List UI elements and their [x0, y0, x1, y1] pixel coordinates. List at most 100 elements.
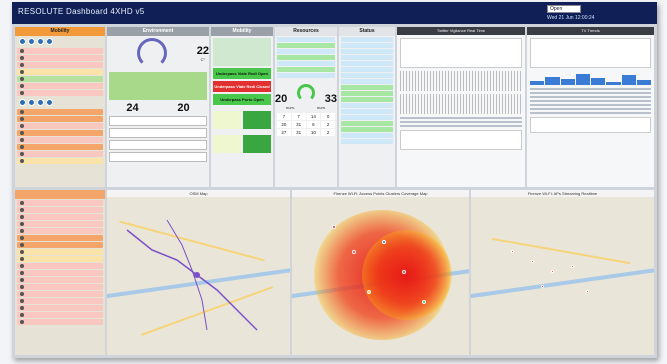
list-item[interactable]: [341, 91, 393, 96]
list-item[interactable]: [341, 121, 393, 126]
list-item[interactable]: [17, 83, 103, 89]
list-item[interactable]: [17, 277, 103, 283]
heatmap-map[interactable]: Firenze Wi-Fi: Access Points Clusters Co…: [292, 190, 469, 355]
ap-marker[interactable]: [382, 240, 386, 244]
list-item[interactable]: [341, 79, 393, 84]
list-item[interactable]: [341, 55, 393, 60]
list-item[interactable]: [277, 55, 335, 60]
ap-marker[interactable]: [367, 290, 371, 294]
city-map[interactable]: OSM Map: [107, 190, 290, 355]
list-item[interactable]: [17, 90, 103, 96]
table-cell: 31: [291, 121, 306, 128]
list-item[interactable]: [341, 109, 393, 114]
list-item[interactable]: [17, 256, 103, 262]
ap-marker[interactable]: [402, 270, 406, 274]
list-item[interactable]: [17, 214, 103, 220]
list-item[interactable]: [341, 103, 393, 108]
fuel-icon[interactable]: [28, 99, 35, 106]
list-item[interactable]: [17, 55, 103, 61]
list-item[interactable]: [17, 76, 103, 82]
list-item[interactable]: [17, 305, 103, 311]
panel-header: TV Trends: [527, 27, 654, 35]
ap-marker[interactable]: [352, 250, 356, 254]
ap-marker[interactable]: [541, 285, 544, 288]
list-item[interactable]: [17, 137, 103, 143]
stat-box: [243, 135, 271, 153]
sensor-graph: [109, 140, 207, 150]
tweet-widget[interactable]: [400, 130, 522, 150]
ap-marker[interactable]: [586, 290, 589, 293]
sensor-graph: [109, 128, 207, 138]
parking-icon[interactable]: [19, 99, 26, 106]
list-item[interactable]: [341, 133, 393, 138]
list-item[interactable]: [17, 109, 103, 115]
list-item[interactable]: [17, 116, 103, 122]
dashboard-select[interactable]: Open: [547, 5, 581, 13]
list-item[interactable]: [17, 319, 103, 325]
stat-box: [213, 111, 241, 129]
list-item[interactable]: [277, 73, 335, 78]
tweet-widget[interactable]: [400, 38, 522, 68]
taxi-icon[interactable]: [37, 99, 44, 106]
list-item[interactable]: [17, 284, 103, 290]
list-item[interactable]: [17, 263, 103, 269]
tram-icon[interactable]: [46, 99, 53, 106]
list-item[interactable]: [17, 48, 103, 54]
list-item[interactable]: [277, 49, 335, 54]
list-item[interactable]: [341, 127, 393, 132]
ap-marker[interactable]: [422, 300, 426, 304]
list-item[interactable]: [341, 37, 393, 42]
river: [471, 264, 654, 300]
list-item[interactable]: [17, 62, 103, 68]
list-item[interactable]: [341, 97, 393, 102]
list-item[interactable]: [17, 235, 103, 241]
list-item[interactable]: [17, 249, 103, 255]
bike-icon[interactable]: [37, 38, 44, 45]
list-item[interactable]: [277, 61, 335, 66]
train-icon[interactable]: [46, 38, 53, 45]
ap-marker[interactable]: [571, 265, 574, 268]
list-item[interactable]: [341, 67, 393, 72]
icon-row: [15, 97, 105, 108]
ap-marker[interactable]: [332, 225, 336, 229]
streaming-map[interactable]: Firenze Wi-Fi: APs Streaming Realtime: [471, 190, 654, 355]
tweet-widget[interactable]: [530, 117, 651, 133]
list-item[interactable]: [277, 37, 335, 42]
list-item[interactable]: [17, 123, 103, 129]
list-item[interactable]: [341, 49, 393, 54]
list-item[interactable]: [17, 207, 103, 213]
list-item[interactable]: [17, 221, 103, 227]
icon-row: [15, 36, 105, 47]
ap-marker[interactable]: [551, 270, 554, 273]
list-item[interactable]: [17, 242, 103, 248]
list-item[interactable]: [17, 69, 103, 75]
list-item[interactable]: [17, 158, 103, 164]
list-item[interactable]: [341, 73, 393, 78]
list-item[interactable]: [17, 200, 103, 206]
list-item[interactable]: [341, 115, 393, 120]
list-item[interactable]: [341, 139, 393, 144]
list-item[interactable]: [17, 291, 103, 297]
ap-marker[interactable]: [511, 250, 514, 253]
list-item[interactable]: [17, 151, 103, 157]
list-item[interactable]: [341, 43, 393, 48]
list-item[interactable]: [17, 228, 103, 234]
list-item[interactable]: [17, 312, 103, 318]
list-item[interactable]: [277, 43, 335, 48]
route-overlay: [126, 219, 258, 331]
list-item[interactable]: [17, 298, 103, 304]
car-icon[interactable]: [28, 38, 35, 45]
list-item[interactable]: [277, 67, 335, 72]
resources-panel: Resources 20 33 num. num. 7 7 14 0 20 31…: [275, 27, 337, 187]
mobility-panel: Mobility Underpass Viale Redi Open Under…: [211, 27, 273, 187]
list-item[interactable]: [17, 270, 103, 276]
ap-marker[interactable]: [531, 260, 534, 263]
list-item[interactable]: [17, 130, 103, 136]
section-header: Mobility: [15, 27, 105, 36]
list-item[interactable]: [341, 85, 393, 90]
bus-icon[interactable]: [19, 38, 26, 45]
list-item[interactable]: [341, 61, 393, 66]
unit-label: C°: [200, 56, 206, 62]
tweet-widget[interactable]: [530, 38, 651, 68]
list-item[interactable]: [17, 144, 103, 150]
